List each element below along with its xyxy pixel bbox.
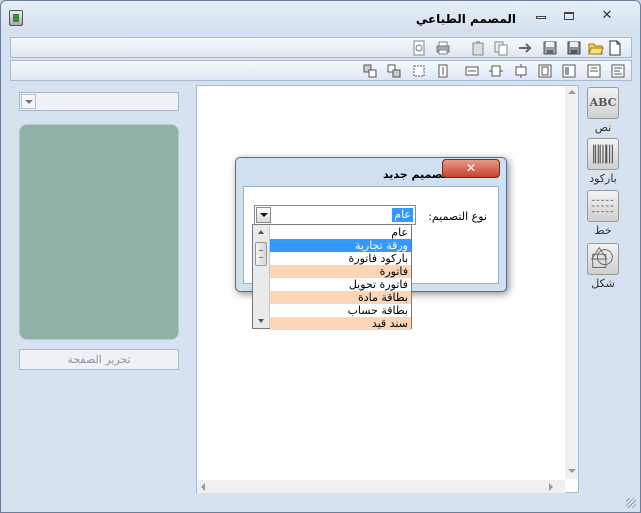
shape-tool[interactable]: شكل xyxy=(587,243,619,290)
layout-toolbar xyxy=(10,60,632,81)
main-toolbar xyxy=(10,37,632,58)
close-button[interactable]: ✕ xyxy=(583,7,631,27)
scroll-down-icon[interactable] xyxy=(258,319,264,323)
same-height-icon[interactable] xyxy=(435,63,451,79)
dialog-close-button[interactable]: ✕ xyxy=(442,159,500,178)
align-left-icon[interactable] xyxy=(610,63,626,79)
edit-page-button[interactable]: تحرير الصفحة xyxy=(19,349,179,370)
dropdown-option[interactable]: باركود فاتورة xyxy=(270,252,411,265)
minimize-icon xyxy=(535,16,546,19)
barcode-tool[interactable]: باركود xyxy=(587,138,619,185)
maximize-button[interactable] xyxy=(555,7,582,27)
design-type-label: نوع التصميم: xyxy=(428,210,487,223)
chevron-down-icon[interactable] xyxy=(256,207,271,223)
new-page-icon[interactable] xyxy=(607,40,623,56)
barcode-icon xyxy=(587,138,619,170)
dropdown-option[interactable]: بطاقة حساب xyxy=(270,304,411,317)
scroll-up-icon[interactable] xyxy=(258,230,264,234)
shape-tool-label: شكل xyxy=(591,277,615,290)
text-tool-label: نص xyxy=(594,121,612,134)
title-bar[interactable]: المصمم الطباعي ✕ xyxy=(1,1,640,33)
chevron-down-icon[interactable] xyxy=(21,94,36,109)
shape-icon xyxy=(587,243,619,275)
dropdown-option[interactable]: عام xyxy=(270,226,411,239)
canvas-horizontal-scrollbar[interactable] xyxy=(197,480,565,493)
app-icon[interactable] xyxy=(9,10,23,26)
design-type-dropdown-list[interactable]: عام ورقة تجارية باركود فاتورة فاتورة فاتورة … xyxy=(252,224,412,330)
scroll-right-icon[interactable] xyxy=(549,483,553,491)
scroll-up-icon[interactable] xyxy=(568,90,576,94)
dropdown-scrollbar[interactable] xyxy=(253,225,270,328)
center-horizontal-icon[interactable] xyxy=(513,63,529,79)
page-select[interactable] xyxy=(19,92,179,111)
dialog-title: تصميم جديد xyxy=(382,168,447,181)
line-icon xyxy=(587,190,619,222)
same-size-icon[interactable] xyxy=(411,63,427,79)
barcode-tool-label: باركود xyxy=(589,172,617,185)
dropdown-option[interactable]: فاتورة تحويل xyxy=(270,278,411,291)
send-back-icon[interactable] xyxy=(362,63,378,79)
design-type-selected-value: عام xyxy=(392,208,413,222)
line-tool-label: خط xyxy=(594,224,612,237)
dropdown-option[interactable]: سند قيد xyxy=(270,317,411,330)
bring-front-icon[interactable] xyxy=(386,63,402,79)
scroll-down-icon[interactable] xyxy=(568,469,576,473)
same-width-icon[interactable] xyxy=(464,63,480,79)
align-right-icon[interactable] xyxy=(586,63,602,79)
design-type-combobox[interactable]: عام xyxy=(254,205,416,225)
dropdown-option[interactable]: فاتورة xyxy=(270,265,411,278)
resize-grip[interactable] xyxy=(626,498,636,508)
scroll-left-icon[interactable] xyxy=(201,483,205,491)
save-as-icon[interactable] xyxy=(542,40,558,56)
line-tool[interactable]: خط xyxy=(587,190,619,237)
center-vertical-icon[interactable] xyxy=(488,63,504,79)
print-icon[interactable] xyxy=(435,40,451,56)
page-preview-panel xyxy=(19,124,179,340)
save-icon[interactable] xyxy=(566,40,582,56)
print-preview-icon[interactable] xyxy=(411,40,427,56)
abc-text-icon: ABC xyxy=(587,87,619,119)
dropdown-option[interactable]: بطاقة مادة xyxy=(270,291,411,304)
dropdown-option[interactable]: ورقة تجارية xyxy=(270,239,411,252)
cut-icon[interactable] xyxy=(517,40,533,56)
align-top-icon[interactable] xyxy=(561,63,577,79)
paste-icon[interactable] xyxy=(470,40,486,56)
minimize-button[interactable] xyxy=(527,7,554,27)
text-tool[interactable]: ABC نص xyxy=(587,87,619,134)
align-bottom-icon[interactable] xyxy=(537,63,553,79)
maximize-icon xyxy=(563,12,574,20)
canvas-vertical-scrollbar[interactable] xyxy=(565,86,578,479)
open-folder-icon[interactable] xyxy=(588,40,604,56)
scroll-thumb[interactable] xyxy=(255,242,267,266)
window-title: المصمم الطباعي xyxy=(415,12,516,26)
copy-icon[interactable] xyxy=(493,40,509,56)
